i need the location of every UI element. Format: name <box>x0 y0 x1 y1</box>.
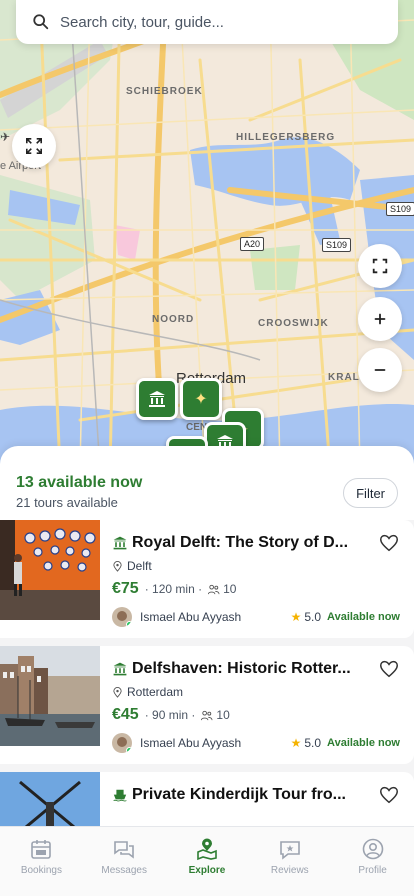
availability-status: Available now <box>327 737 400 749</box>
heart-icon[interactable] <box>378 784 400 806</box>
results-header: 13 available now 21 tours available Filt… <box>0 446 414 518</box>
search-input[interactable] <box>60 13 360 31</box>
map-label-noord: NOORD <box>152 314 195 325</box>
tour-title: Delfshaven: Historic Rotter... <box>132 660 351 677</box>
road-shield-s109-top: S109 <box>386 202 414 216</box>
sparkle-icon: ✦ <box>194 391 208 408</box>
star-icon: ★ <box>290 736 302 750</box>
tour-title: Royal Delft: The Story of D... <box>132 534 349 551</box>
tour-duration: 120 min <box>152 582 195 596</box>
plus-icon <box>374 313 386 325</box>
tour-list[interactable]: Royal Delft: The Story of D... Delft €75… <box>0 520 414 826</box>
tour-thumbnail <box>0 520 100 620</box>
minus-icon <box>374 369 386 371</box>
tour-thumbnail <box>0 646 100 746</box>
app-root: SCHIEBROEK HILLEGERSBERG NOORD CROOSWIJK… <box>0 0 414 896</box>
chat-icon <box>114 841 134 859</box>
zoom-in-button[interactable] <box>358 297 402 341</box>
guide-name: Ismael Abu Ayyash <box>140 736 242 750</box>
tour-rating: 5.0 <box>304 736 322 750</box>
online-indicator <box>126 747 132 753</box>
review-icon <box>279 841 300 860</box>
heart-icon[interactable] <box>378 658 400 680</box>
nav-label: Explore <box>188 865 226 876</box>
tour-location: Delft <box>127 559 152 573</box>
nav-messages[interactable]: Messages <box>83 827 166 896</box>
guide-avatar <box>112 733 132 753</box>
calendar-icon <box>31 840 52 859</box>
tour-price: €75 <box>112 580 139 597</box>
bottom-nav: Bookings Messages Explore Reviews Profil… <box>0 826 414 896</box>
expand-icon <box>25 137 43 155</box>
filter-button[interactable]: Filter <box>343 478 398 508</box>
tour-thumbnail <box>0 772 100 826</box>
search-bar[interactable] <box>16 0 398 44</box>
map-label-crooswijk: CROOSWIJK <box>258 318 329 329</box>
museum-icon <box>149 391 165 407</box>
nav-label: Messages <box>101 865 147 876</box>
tour-card[interactable]: Royal Delft: The Story of D... Delft €75… <box>0 520 414 638</box>
group-icon <box>208 584 220 594</box>
map-view[interactable]: SCHIEBROEK HILLEGERSBERG NOORD CROOSWIJK… <box>0 0 414 470</box>
tour-card[interactable]: Private Kinderdijk Tour fro... <box>0 772 414 826</box>
results-sheet: 13 available now 21 tours available Filt… <box>0 446 414 826</box>
location-pin-icon <box>113 686 122 698</box>
tour-location: Rotterdam <box>127 685 184 699</box>
nav-label: Reviews <box>270 865 309 876</box>
expand-map-button[interactable] <box>12 124 56 168</box>
tour-title: Private Kinderdijk Tour fro... <box>132 786 346 803</box>
airport-icon: ✈ <box>0 130 11 144</box>
nav-label: Bookings <box>20 865 62 876</box>
fullscreen-button[interactable] <box>358 244 402 288</box>
road-shield-a20: A20 <box>240 237 265 251</box>
boat-icon <box>112 787 128 803</box>
tour-duration: 90 min <box>152 708 189 722</box>
nav-profile[interactable]: Profile <box>331 827 414 896</box>
tour-card-body: Royal Delft: The Story of D... Delft €75… <box>112 532 400 628</box>
group-icon <box>201 710 213 720</box>
tour-card-body: Private Kinderdijk Tour fro... <box>112 784 400 806</box>
road-shield-s109: S109 <box>322 238 352 252</box>
tour-group-size: 10 <box>216 708 230 722</box>
map-marker-museum[interactable] <box>136 378 178 420</box>
tour-price: €45 <box>112 706 139 723</box>
available-count-title: 13 available now <box>16 474 143 491</box>
tour-card-body: Delfshaven: Historic Rotter... Rotterdam… <box>112 658 400 754</box>
nav-reviews[interactable]: Reviews <box>248 827 331 896</box>
guide-name: Ismael Abu Ayyash <box>140 610 242 624</box>
tour-rating: 5.0 <box>304 610 322 624</box>
profile-icon <box>362 838 383 860</box>
map-pin-icon <box>197 838 217 861</box>
heart-icon[interactable] <box>378 532 400 554</box>
fullscreen-icon <box>372 258 388 274</box>
search-icon <box>32 13 50 31</box>
tours-count-subtitle: 21 tours available <box>16 495 118 510</box>
museum-icon <box>112 661 128 677</box>
map-marker-sparkle[interactable]: ✦ <box>180 378 222 420</box>
online-indicator <box>126 621 132 627</box>
tour-group-size: 10 <box>223 582 237 596</box>
location-pin-icon <box>113 560 122 572</box>
tour-card[interactable]: Delfshaven: Historic Rotter... Rotterdam… <box>0 646 414 764</box>
guide-avatar <box>112 607 132 627</box>
zoom-out-button[interactable] <box>358 348 402 392</box>
nav-explore[interactable]: Explore <box>166 827 249 896</box>
nav-label: Profile <box>358 865 387 876</box>
map-label-schiebroek: SCHIEBROEK <box>126 86 203 97</box>
museum-icon <box>112 535 128 551</box>
availability-status: Available now <box>327 611 400 623</box>
nav-bookings[interactable]: Bookings <box>0 827 83 896</box>
map-label-hillegersberg: HILLEGERSBERG <box>236 132 336 143</box>
star-icon: ★ <box>290 610 302 624</box>
